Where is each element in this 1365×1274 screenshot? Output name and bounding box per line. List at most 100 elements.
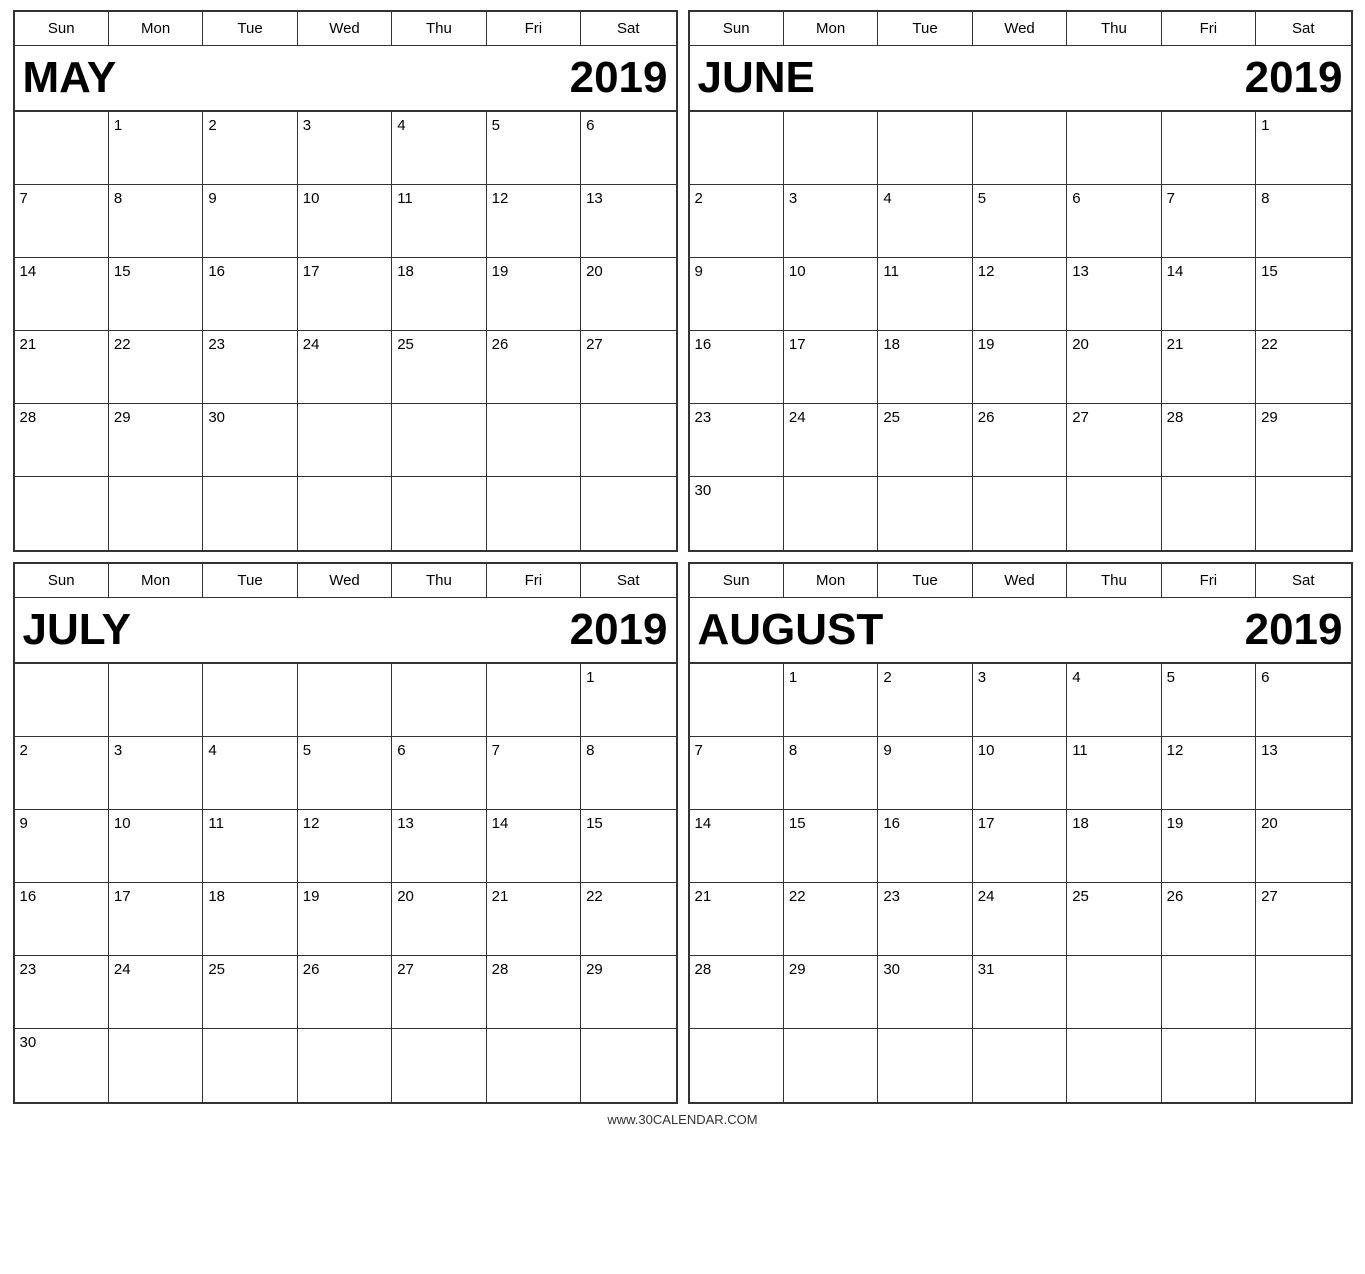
cell-w1-d2: 9	[878, 737, 972, 809]
day-name-sat: Sat	[1256, 564, 1350, 597]
calendar-body: 1234567891011121314151617181920212223242…	[690, 112, 1351, 550]
cell-w2-d1: 10	[784, 258, 878, 330]
cell-w0-d3: 3	[973, 664, 1067, 736]
cell-w3-d0: 16	[15, 883, 109, 955]
cell-w3-d2: 18	[878, 331, 972, 403]
cell-w0-d3: 3	[298, 112, 392, 184]
cell-w3-d1: 17	[109, 883, 203, 955]
day-name-fri: Fri	[487, 564, 581, 597]
cell-w5-d5	[1162, 477, 1256, 550]
cell-w3-d2: 23	[203, 331, 297, 403]
footer: www.30CALENDAR.COM	[607, 1112, 757, 1127]
cell-w0-d2	[878, 112, 972, 184]
cell-w3-d6: 22	[581, 883, 675, 955]
week-3: 16171819202122	[690, 331, 1351, 404]
cell-w2-d1: 15	[784, 810, 878, 882]
day-name-fri: Fri	[487, 12, 581, 45]
cell-w2-d0: 14	[15, 258, 109, 330]
cell-w5-d0: 30	[690, 477, 784, 550]
cell-w5-d0: 30	[15, 1029, 109, 1102]
cell-w4-d5: 28	[1162, 404, 1256, 476]
cell-w5-d0	[690, 1029, 784, 1102]
cell-w0-d1: 1	[784, 664, 878, 736]
cell-w5-d4	[392, 1029, 486, 1102]
month-name: AUGUST	[698, 608, 884, 652]
cell-w3-d0: 16	[690, 331, 784, 403]
cell-w0-d1	[784, 112, 878, 184]
cell-w0-d0	[15, 664, 109, 736]
cell-w4-d0: 23	[690, 404, 784, 476]
day-name-mon: Mon	[109, 564, 203, 597]
cell-w4-d3: 26	[973, 404, 1067, 476]
week-1: 78910111213	[690, 737, 1351, 810]
week-5	[690, 1029, 1351, 1102]
week-0: 123456	[15, 112, 676, 185]
day-name-mon: Mon	[784, 12, 878, 45]
day-names-row: SunMonTueWedThuFriSat	[15, 12, 676, 46]
cell-w3-d0: 21	[690, 883, 784, 955]
day-name-sat: Sat	[581, 564, 675, 597]
cell-w2-d2: 11	[878, 258, 972, 330]
cell-w3-d3: 24	[973, 883, 1067, 955]
cell-w2-d1: 10	[109, 810, 203, 882]
day-name-sun: Sun	[15, 564, 109, 597]
cell-w0-d6: 1	[1256, 112, 1350, 184]
month-name: JULY	[23, 608, 131, 652]
week-1: 2345678	[690, 185, 1351, 258]
cell-w2-d6: 20	[581, 258, 675, 330]
cell-w3-d0: 21	[15, 331, 109, 403]
cell-w2-d4: 18	[1067, 810, 1161, 882]
year-label: 2019	[1245, 56, 1343, 100]
cell-w1-d1: 3	[784, 185, 878, 257]
cell-w4-d3: 31	[973, 956, 1067, 1028]
cell-w0-d0	[690, 112, 784, 184]
cell-w3-d5: 21	[487, 883, 581, 955]
week-4: 28293031	[690, 956, 1351, 1029]
week-3: 16171819202122	[15, 883, 676, 956]
day-name-thu: Thu	[1067, 12, 1161, 45]
day-names-row: SunMonTueWedThuFriSat	[15, 564, 676, 598]
cell-w0-d1: 1	[109, 112, 203, 184]
week-1: 78910111213	[15, 185, 676, 258]
week-2: 14151617181920	[690, 810, 1351, 883]
week-4: 282930	[15, 404, 676, 477]
cell-w0-d4: 4	[1067, 664, 1161, 736]
cell-w0-d4	[1067, 112, 1161, 184]
calendar-title-row: AUGUST2019	[690, 598, 1351, 664]
cell-w4-d5: 28	[487, 956, 581, 1028]
cell-w2-d5: 14	[487, 810, 581, 882]
cell-w0-d4: 4	[392, 112, 486, 184]
cell-w3-d6: 27	[581, 331, 675, 403]
cell-w3-d5: 26	[487, 331, 581, 403]
cell-w2-d3: 12	[298, 810, 392, 882]
week-1: 2345678	[15, 737, 676, 810]
cell-w4-d1: 29	[784, 956, 878, 1028]
cell-w2-d5: 19	[487, 258, 581, 330]
cell-w4-d4: 27	[1067, 404, 1161, 476]
week-2: 9101112131415	[15, 810, 676, 883]
cell-w1-d0: 2	[15, 737, 109, 809]
cell-w4-d2: 30	[203, 404, 297, 476]
cell-w1-d5: 12	[487, 185, 581, 257]
cell-w2-d1: 15	[109, 258, 203, 330]
day-name-sun: Sun	[690, 564, 784, 597]
cell-w3-d1: 22	[109, 331, 203, 403]
cell-w4-d6	[1256, 956, 1350, 1028]
calendar-body: 1234567891011121314151617181920212223242…	[690, 664, 1351, 1102]
day-name-mon: Mon	[109, 12, 203, 45]
cell-w4-d6	[581, 404, 675, 476]
week-5	[15, 477, 676, 550]
cell-w1-d6: 8	[1256, 185, 1350, 257]
cell-w3-d5: 21	[1162, 331, 1256, 403]
cell-w4-d6: 29	[1256, 404, 1350, 476]
cell-w0-d5	[1162, 112, 1256, 184]
cell-w5-d3	[973, 1029, 1067, 1102]
cell-w1-d5: 7	[487, 737, 581, 809]
cell-w1-d2: 4	[878, 185, 972, 257]
day-name-wed: Wed	[973, 564, 1067, 597]
cell-w5-d4	[1067, 477, 1161, 550]
day-name-sun: Sun	[15, 12, 109, 45]
cell-w4-d0: 28	[690, 956, 784, 1028]
cell-w1-d3: 5	[298, 737, 392, 809]
day-name-tue: Tue	[878, 12, 972, 45]
